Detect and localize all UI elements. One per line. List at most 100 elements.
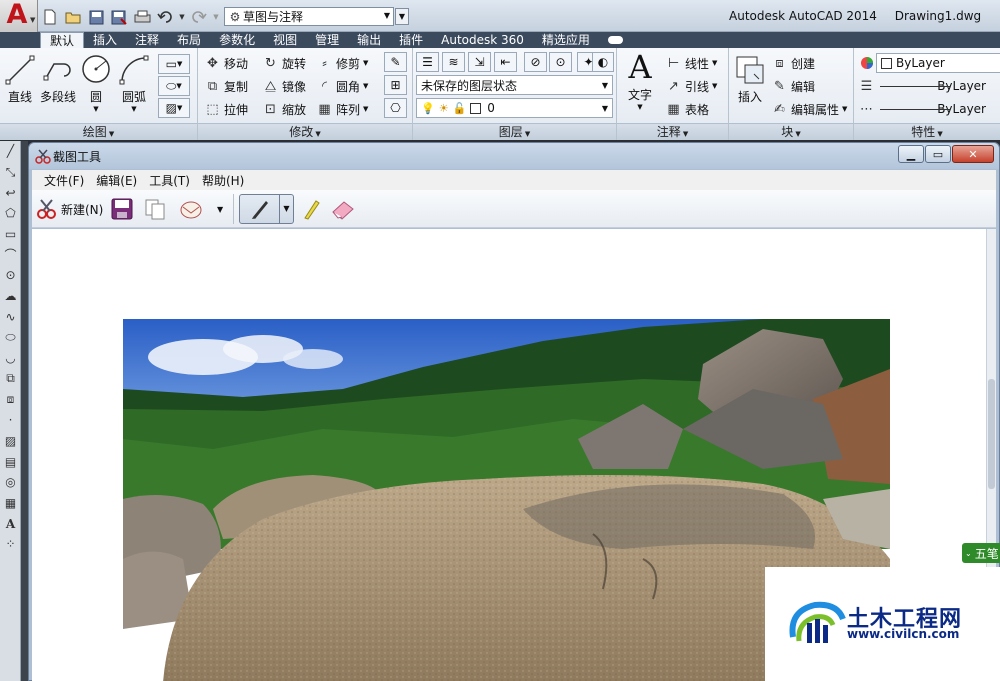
line-tool-icon[interactable]: ╱ xyxy=(0,141,21,162)
layers-panel-title[interactable]: 图层 ▼ xyxy=(413,123,616,140)
tab-annotate[interactable]: 注释 xyxy=(126,32,168,48)
draw-panel-title[interactable]: 绘图 ▼ xyxy=(0,123,197,140)
move-button[interactable]: ✥ 移动 xyxy=(204,53,248,73)
lineweight-dropdown[interactable]: ByLayer xyxy=(876,76,1000,96)
tab-layout[interactable]: 布局 xyxy=(168,32,210,48)
stretch-button[interactable]: ⬚ 拉伸 xyxy=(204,99,248,119)
pen-dropdown-icon[interactable]: ▼ xyxy=(279,195,293,223)
new-snip-button[interactable]: 新建(N) xyxy=(36,196,103,222)
tab-output[interactable]: 输出 xyxy=(348,32,390,48)
layer-state-dropdown[interactable]: 未保存的图层状态 ▼ xyxy=(416,75,613,95)
array-button[interactable]: ▦ 阵列 ▼ xyxy=(316,99,368,119)
save-icon[interactable] xyxy=(86,8,106,26)
arc-tool-icon[interactable]: ⌒ xyxy=(0,244,21,265)
tab-home[interactable]: 默认 xyxy=(40,32,85,48)
table-tool-icon[interactable]: ▦ xyxy=(0,493,21,514)
application-menu-button[interactable]: A ▼ xyxy=(0,0,38,32)
edit-block-button[interactable]: ✎ 编辑 xyxy=(771,76,815,96)
tab-parametric[interactable]: 参数化 xyxy=(210,32,264,48)
linear-dimension-button[interactable]: ⊢ 线性 ▼ xyxy=(665,53,718,73)
layer-properties-button[interactable]: ☰ xyxy=(416,52,439,72)
linetype-button[interactable]: ⋯ xyxy=(858,99,878,119)
leader-button[interactable]: ↗ 引线 ▼ xyxy=(665,76,717,96)
tab-featured-apps[interactable]: 精选应用 xyxy=(533,32,599,48)
menu-file[interactable]: 文件(F) xyxy=(38,172,90,189)
customize-qat-button[interactable]: ▼ xyxy=(395,8,409,25)
create-block-button[interactable]: ⧈ 创建 xyxy=(771,53,815,73)
ribbon-minimize-toggle[interactable] xyxy=(605,32,627,48)
color-dropdown[interactable]: ByLayer xyxy=(876,53,1000,73)
maximize-button[interactable]: ▭ xyxy=(925,145,951,163)
rectangle-tool-icon[interactable]: ▭ xyxy=(0,224,21,245)
save-as-icon[interactable] xyxy=(109,8,129,26)
send-dropdown-button[interactable]: ▼ xyxy=(217,196,223,222)
trim-button[interactable]: ⸗ 修剪 ▼ xyxy=(316,53,368,73)
insert-block-button[interactable]: 插入 xyxy=(732,52,768,105)
polyline-tool-icon[interactable]: ↩ xyxy=(0,182,21,203)
rotate-button[interactable]: ↻ 旋转 xyxy=(262,53,306,73)
snipping-tool-titlebar[interactable]: 截图工具 ▁ ▭ ✕ xyxy=(29,143,999,169)
layer-unisolate-button[interactable]: ⊙ xyxy=(549,52,572,72)
layer-dropdown[interactable]: 💡 ☀ 🔓 0 ▼ xyxy=(416,98,613,118)
eraser-button[interactable] xyxy=(330,196,356,222)
make-block-icon[interactable]: ⧈ xyxy=(0,389,21,410)
redo-dropdown-icon[interactable]: ▼ xyxy=(212,8,220,26)
arc-button[interactable]: 圆弧 ▼ xyxy=(116,52,152,113)
layer-off-button[interactable]: ◐ xyxy=(592,52,614,72)
erase-button[interactable]: ✎ xyxy=(384,52,407,72)
layer-match-button[interactable]: ⇲ xyxy=(468,52,491,72)
undo-icon[interactable] xyxy=(155,8,175,26)
save-snip-button[interactable] xyxy=(111,196,133,222)
spline-icon[interactable]: ∿ xyxy=(0,307,21,328)
tab-view[interactable]: 视图 xyxy=(264,32,306,48)
block-panel-title[interactable]: 块 ▼ xyxy=(729,123,853,140)
annotation-panel-title[interactable]: 注释 ▼ xyxy=(617,123,728,140)
mirror-button[interactable]: ⧋ 镜像 xyxy=(262,76,306,96)
scale-button[interactable]: ⊡ 缩放 xyxy=(262,99,306,119)
undo-dropdown-icon[interactable]: ▼ xyxy=(178,8,186,26)
polygon-icon[interactable]: ⬠ xyxy=(0,203,21,224)
tab-plugins[interactable]: 插件 xyxy=(390,32,432,48)
highlighter-button[interactable] xyxy=(300,196,322,222)
copy-button[interactable]: ⧉ 复制 xyxy=(204,76,248,96)
linetype-dropdown[interactable]: ByLayer xyxy=(876,99,1000,119)
circle-button[interactable]: 圆 ▼ xyxy=(80,52,112,113)
offset-button[interactable]: ⎔ xyxy=(384,98,407,118)
layer-state-button[interactable]: ≋ xyxy=(442,52,465,72)
layer-previous-button[interactable]: ⇤ xyxy=(494,52,517,72)
menu-edit[interactable]: 编辑(E) xyxy=(90,172,143,189)
circle-tool-icon[interactable]: ⊙ xyxy=(0,265,21,286)
tab-manage[interactable]: 管理 xyxy=(306,32,348,48)
tab-autodesk-360[interactable]: Autodesk 360 xyxy=(432,32,533,48)
gradient-icon[interactable]: ▤ xyxy=(0,451,21,472)
send-snip-button[interactable] xyxy=(179,196,203,222)
hatch-tool-icon[interactable]: ▨ xyxy=(0,431,21,452)
ellipse-button[interactable]: ⬭ ▼ xyxy=(158,76,190,96)
minimize-button[interactable]: ▁ xyxy=(898,145,924,163)
revision-cloud-icon[interactable]: ☁ xyxy=(0,286,21,307)
print-icon[interactable] xyxy=(132,8,152,26)
ellipse-arc-icon[interactable]: ◡ xyxy=(0,348,21,369)
tab-insert[interactable]: 插入 xyxy=(84,32,126,48)
fillet-button[interactable]: ◜ 圆角 ▼ xyxy=(316,76,368,96)
edit-attributes-button[interactable]: ✍ 编辑属性 ▼ xyxy=(771,99,847,119)
menu-help[interactable]: 帮助(H) xyxy=(196,172,250,189)
pen-tool-button[interactable]: ▼ xyxy=(239,194,294,224)
ellipse-tool-icon[interactable]: ⬭ xyxy=(0,327,21,348)
polyline-button[interactable]: 多段线 xyxy=(38,52,78,105)
new-file-icon[interactable] xyxy=(40,8,60,26)
menu-tools[interactable]: 工具(T) xyxy=(143,172,196,189)
layer-isolate-button[interactable]: ⊘ xyxy=(524,52,547,72)
construction-line-icon[interactable]: ⤡ xyxy=(0,162,21,183)
copy-snip-button[interactable] xyxy=(144,196,166,222)
properties-panel-title[interactable]: 特性 ▼ xyxy=(854,123,1000,140)
close-button[interactable]: ✕ xyxy=(952,145,994,163)
lineweight-button[interactable]: ☰ xyxy=(858,76,878,96)
text-button[interactable]: A 文字 ▼ xyxy=(620,50,660,111)
workspace-dropdown[interactable]: ⚙ 草图与注释 ▼ xyxy=(224,7,394,26)
open-folder-icon[interactable] xyxy=(63,8,83,26)
explode-button[interactable]: ⊞ xyxy=(384,75,407,95)
line-button[interactable]: 直线 xyxy=(2,52,38,105)
color-picker-button[interactable] xyxy=(858,53,878,73)
insert-block-tool-icon[interactable]: ⧉ xyxy=(0,369,21,390)
